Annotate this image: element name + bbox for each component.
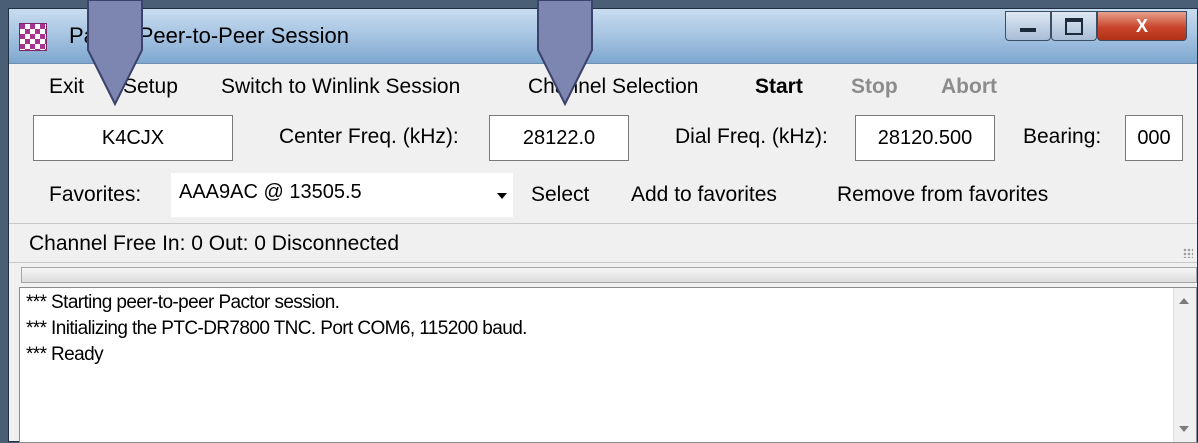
log-line: *** Ready <box>26 344 104 365</box>
center-freq-label: Center Freq. (kHz): <box>279 125 459 148</box>
vertical-scrollbar[interactable] <box>1173 288 1196 442</box>
maximize-button[interactable] <box>1051 11 1097 41</box>
scroll-down-icon[interactable] <box>1179 426 1189 432</box>
maximize-icon <box>1065 17 1083 35</box>
menu-exit[interactable]: Exit <box>49 75 84 99</box>
favorites-label: Favorites: <box>49 183 142 206</box>
favorites-dropdown[interactable]: AAA9AC @ 13505.5 <box>171 173 513 217</box>
callsign-input[interactable]: K4CJX <box>33 115 233 161</box>
callout-arrow-right <box>537 0 593 106</box>
favorites-selected-value: AAA9AC @ 13505.5 <box>179 181 362 203</box>
scroll-up-icon[interactable] <box>1179 298 1189 304</box>
title-bar[interactable]: Pactor Peer-to-Peer Session X <box>9 9 1197 64</box>
minimize-button[interactable] <box>1005 11 1051 41</box>
close-icon: X <box>1135 15 1148 36</box>
add-to-favorites-button[interactable]: Add to favorites <box>631 183 777 207</box>
app-icon <box>19 23 47 51</box>
minimize-icon <box>1020 28 1036 32</box>
dial-freq-input[interactable]: 28120.500 <box>855 115 995 161</box>
menu-stop: Stop <box>851 75 898 98</box>
select-favorite-button[interactable]: Select <box>531 183 589 207</box>
chevron-down-icon[interactable] <box>497 193 507 199</box>
log-line: *** Initializing the PTC-DR7800 TNC. Por… <box>26 318 527 339</box>
status-bar: Channel Free In: 0 Out: 0 Disconnected <box>9 223 1197 263</box>
log-line: *** Starting peer-to-peer Pactor session… <box>26 292 340 313</box>
remove-from-favorites-button[interactable]: Remove from favorites <box>837 183 1048 207</box>
session-log[interactable]: *** Starting peer-to-peer Pactor session… <box>19 287 1197 443</box>
progress-bar <box>21 267 1197 283</box>
bearing-label: Bearing: <box>1023 125 1102 148</box>
center-freq-input[interactable]: 28122.0 <box>489 115 629 161</box>
resize-grip-icon[interactable] <box>1183 248 1193 258</box>
bearing-input[interactable]: 000 <box>1125 115 1183 161</box>
callout-arrow-left <box>87 0 143 106</box>
menu-switch-to-winlink[interactable]: Switch to Winlink Session <box>221 75 460 99</box>
status-text: Channel Free In: 0 Out: 0 Disconnected <box>29 232 400 255</box>
menu-start[interactable]: Start <box>755 75 803 99</box>
menu-abort: Abort <box>941 75 997 98</box>
menu-bar: Exit Setup Switch to Winlink Session Cha… <box>9 75 1197 105</box>
pactor-session-window: Pactor Peer-to-Peer Session X Exit Setup… <box>8 8 1198 443</box>
close-button[interactable]: X <box>1097 11 1187 41</box>
dial-freq-label: Dial Freq. (kHz): <box>675 125 828 148</box>
